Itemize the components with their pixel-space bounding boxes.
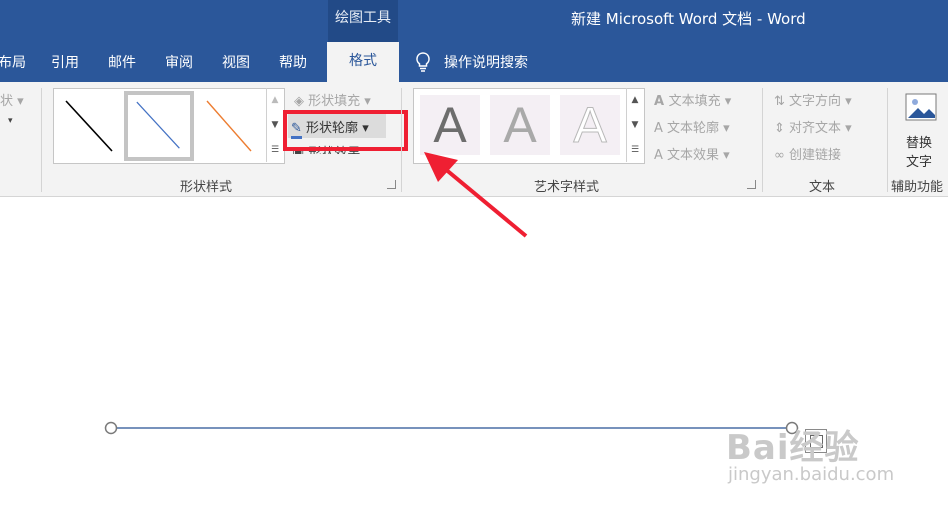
chevron-down-icon: ▾ xyxy=(719,121,730,136)
text-direction-icon: ⇅ xyxy=(774,94,790,109)
tab-mailings[interactable]: 邮件 xyxy=(108,52,136,72)
scroll-up-icon[interactable]: ▲ xyxy=(627,88,643,112)
alt-text-line1: 替换 xyxy=(906,136,933,151)
shape-style-blue-line-selected[interactable] xyxy=(124,91,194,161)
orange-line-stroke xyxy=(206,100,252,152)
text-outline-label: 文本轮廓 xyxy=(667,121,720,136)
dialog-launcher-icon[interactable] xyxy=(387,180,396,189)
chevron-down-icon[interactable]: ▾ xyxy=(8,116,13,126)
wordart-style-1[interactable]: A xyxy=(420,95,480,155)
shape-style-black-line[interactable] xyxy=(56,91,120,161)
wordart-scroll: ▲ ▼ ☰ xyxy=(626,88,643,162)
scroll-down-icon[interactable]: ▼ xyxy=(267,113,283,137)
text-direction-label: 文字方向 xyxy=(789,94,842,109)
group-divider xyxy=(41,88,42,192)
text-outline-button[interactable]: A 文本轮廓 ▾ xyxy=(654,117,730,136)
black-line-stroke xyxy=(65,100,113,152)
text-fill-button[interactable]: A 文本填充 ▾ xyxy=(654,90,731,109)
dialog-launcher-icon[interactable] xyxy=(747,180,756,189)
partial-command-label: 状 xyxy=(0,94,14,109)
tab-references[interactable]: 引用 xyxy=(51,52,79,72)
align-text-label: 对齐文本 xyxy=(789,121,842,136)
context-tools-label: 绘图工具 xyxy=(328,0,398,42)
annotation-arrow xyxy=(424,152,528,238)
group-divider xyxy=(401,88,402,192)
chevron-down-icon: ▾ xyxy=(719,148,730,163)
document-title: 新建 Microsoft Word 文档 - Word xyxy=(571,10,806,28)
tab-format[interactable]: 格式 xyxy=(327,42,399,82)
arrow-shaft xyxy=(436,161,528,238)
shape-style-orange-line[interactable] xyxy=(199,91,263,161)
gallery-more-icon[interactable]: ☰ xyxy=(267,138,283,162)
align-text-button[interactable]: ⇕ 对齐文本 ▾ xyxy=(774,117,852,136)
watermark-url: jingyan.baidu.com xyxy=(728,464,895,485)
text-group-label: 文本 xyxy=(809,180,836,195)
lightbulb-icon xyxy=(416,52,430,72)
text-outline-icon: A xyxy=(654,121,668,136)
alt-text-line2: 文字 xyxy=(906,155,933,170)
gallery-more-icon[interactable]: ☰ xyxy=(627,138,643,162)
line-start-handle xyxy=(104,421,118,435)
chevron-down-icon: ▾ xyxy=(841,94,852,109)
tab-view[interactable]: 视图 xyxy=(222,52,250,72)
alt-text-button[interactable]: 替换 文字 xyxy=(898,88,948,172)
partial-command[interactable]: 状 ▾ xyxy=(0,90,24,109)
group-divider xyxy=(762,88,763,192)
create-link-label: 创建链接 xyxy=(788,148,841,163)
accessibility-group-label: 辅助功能 xyxy=(891,180,944,195)
scroll-up-icon[interactable]: ▲ xyxy=(267,88,283,112)
shape-fill-button[interactable]: ◈ 形状填充 ▾ xyxy=(294,90,371,109)
text-fill-label: 文本填充 xyxy=(668,94,721,109)
wordart-style-2[interactable]: A xyxy=(490,95,550,155)
chevron-down-icon: ▾ xyxy=(720,94,732,109)
wordart-style-3[interactable]: A xyxy=(560,95,620,155)
text-fill-icon: A xyxy=(654,94,669,109)
group-divider xyxy=(887,88,888,192)
shape-styles-group-label: 形状样式 xyxy=(180,180,233,195)
wordart-styles-group-label: 艺术字样式 xyxy=(534,180,600,195)
link-icon: ∞ xyxy=(774,148,789,163)
blue-line-stroke xyxy=(136,101,180,149)
shape-styles-scroll: ▲ ▼ ☰ xyxy=(266,88,283,162)
chevron-down-icon: ▾ xyxy=(360,94,371,109)
shape-styles-gallery xyxy=(53,88,285,164)
chevron-down-icon: ▾ xyxy=(13,94,24,109)
watermark-brand: Bai经验 xyxy=(726,428,860,468)
tab-help[interactable]: 帮助 xyxy=(279,52,307,72)
create-link-button[interactable]: ∞ 创建链接 xyxy=(774,144,841,163)
text-direction-button[interactable]: ⇅ 文字方向 ▾ xyxy=(774,90,852,109)
ribbon-tabs: 布局 引用 邮件 审阅 视图 帮助 格式 操作说明搜索 xyxy=(0,42,948,82)
baidu-watermark: Bai经验 jingyan.baidu.com xyxy=(726,420,906,490)
tell-me-search[interactable]: 操作说明搜索 xyxy=(444,52,528,72)
align-text-icon: ⇕ xyxy=(774,121,790,136)
text-effects-label: 文本效果 xyxy=(667,148,720,163)
tab-layout[interactable]: 布局 xyxy=(0,52,26,72)
chevron-down-icon: ▾ xyxy=(841,121,852,136)
text-effects-button[interactable]: A 文本效果 ▾ xyxy=(654,144,730,163)
scroll-down-icon[interactable]: ▼ xyxy=(627,113,643,137)
tab-review[interactable]: 审阅 xyxy=(165,52,193,72)
paint-bucket-icon: ◈ xyxy=(294,94,309,109)
title-bar: 绘图工具 新建 Microsoft Word 文档 - Word xyxy=(0,0,948,42)
picture-icon xyxy=(905,93,937,121)
text-effects-icon: A xyxy=(654,148,668,163)
highlight-box xyxy=(283,110,408,151)
shape-fill-label: 形状填充 xyxy=(308,94,361,109)
